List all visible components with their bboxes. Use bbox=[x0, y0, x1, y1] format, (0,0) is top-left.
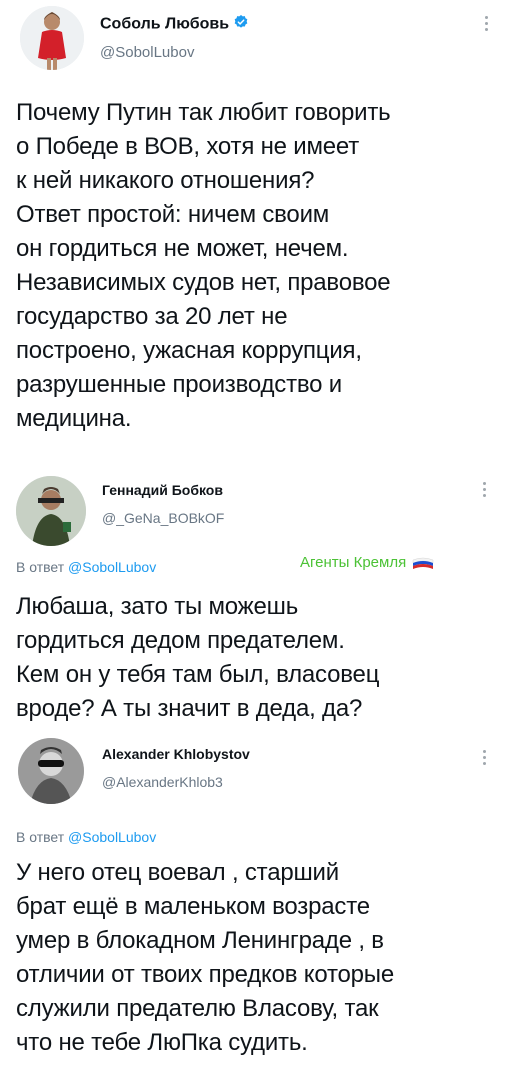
avatar-sobol[interactable] bbox=[20, 6, 84, 70]
avatar-portrait-icon bbox=[18, 738, 84, 804]
reply-prefix: В ответ bbox=[16, 829, 69, 845]
tweet-main[interactable]: Соболь Любовь @SobolLubov Почему Путин т… bbox=[0, 0, 509, 470]
avatar-portrait-icon bbox=[20, 6, 84, 70]
tweet-text: Почему Путин так любит говорить о Победе… bbox=[16, 99, 391, 432]
reply-context: В ответ @SobolLubov bbox=[16, 559, 156, 575]
author-name-text: Соболь Любовь bbox=[100, 15, 230, 33]
reply-mention-link[interactable]: @SobolLubov bbox=[68, 829, 156, 845]
avatar-khlobystov[interactable] bbox=[18, 738, 84, 804]
tweet-text: Любаша, зато ты можешь гордиться дедом п… bbox=[16, 593, 380, 722]
reply-mention-link[interactable]: @SobolLubov bbox=[68, 559, 156, 575]
tweet-reply-2[interactable]: Alexander Khlobystov @AlexanderKhlob3 В … bbox=[0, 732, 509, 1080]
reply-prefix: В ответ bbox=[16, 559, 69, 575]
label-tag-text: Агенты Кремля bbox=[300, 554, 407, 571]
more-vertical-icon[interactable] bbox=[483, 16, 489, 31]
label-tag[interactable]: Агенты Кремля bbox=[300, 554, 434, 571]
russian-flag-icon bbox=[413, 557, 434, 569]
avatar-portrait-icon bbox=[16, 476, 86, 546]
verified-badge-icon bbox=[233, 14, 249, 35]
reply-context: В ответ @SobolLubov bbox=[16, 829, 156, 845]
tweet-text: У него отец воевал , старший брат ещё в … bbox=[16, 859, 394, 1056]
author-name[interactable]: Геннадий Бобков bbox=[102, 482, 223, 498]
avatar-bobkov[interactable] bbox=[16, 476, 86, 546]
author-name[interactable]: Соболь Любовь bbox=[100, 14, 249, 35]
author-handle[interactable]: @SobolLubov bbox=[100, 44, 194, 61]
author-handle[interactable]: @AlexanderKhlob3 bbox=[102, 774, 223, 790]
more-vertical-icon[interactable] bbox=[481, 750, 487, 765]
author-handle[interactable]: @_GeNa_BOBkOF bbox=[102, 510, 224, 526]
author-name[interactable]: Alexander Khlobystov bbox=[102, 746, 250, 762]
more-vertical-icon[interactable] bbox=[481, 482, 487, 497]
tweet-reply-1[interactable]: Геннадий Бобков @_GeNa_BOBkOF В ответ @S… bbox=[0, 470, 509, 732]
